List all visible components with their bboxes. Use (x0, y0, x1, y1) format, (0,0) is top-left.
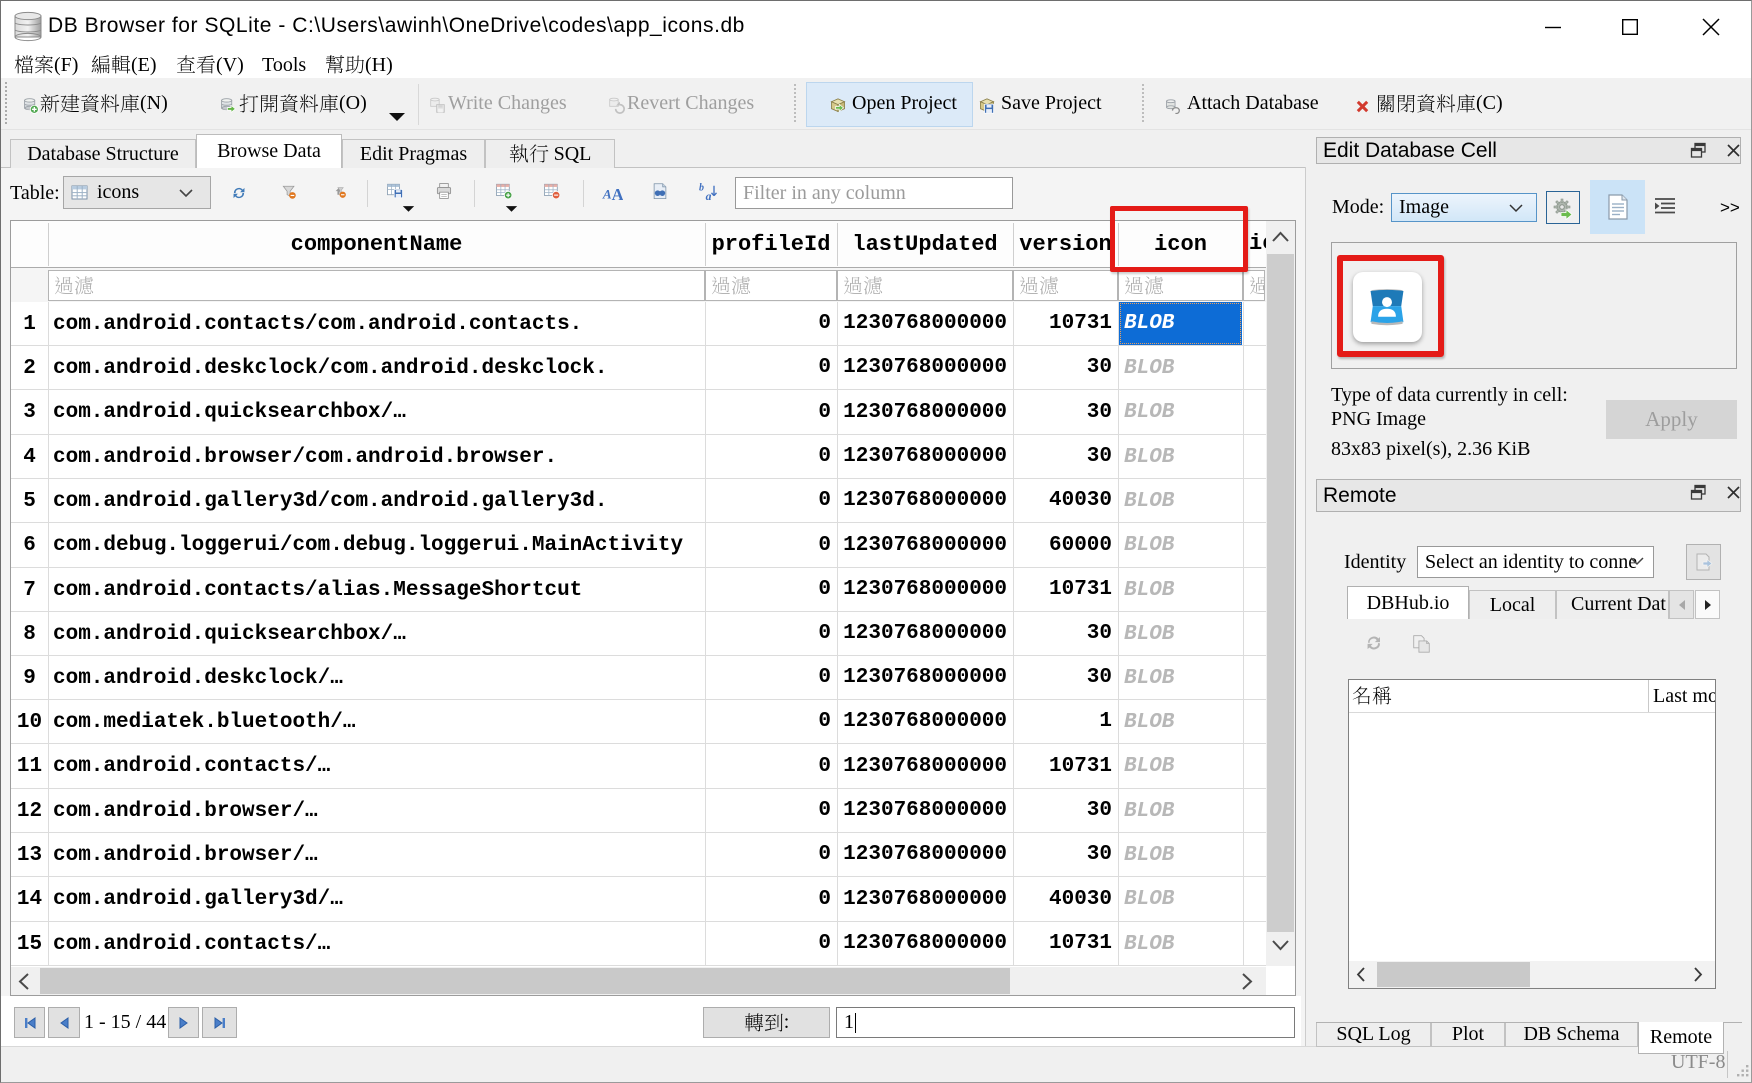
svg-text:a: a (706, 190, 712, 202)
svg-text:A: A (612, 185, 623, 203)
svg-text:A: A (602, 186, 612, 201)
svg-text:b: b (699, 183, 704, 194)
